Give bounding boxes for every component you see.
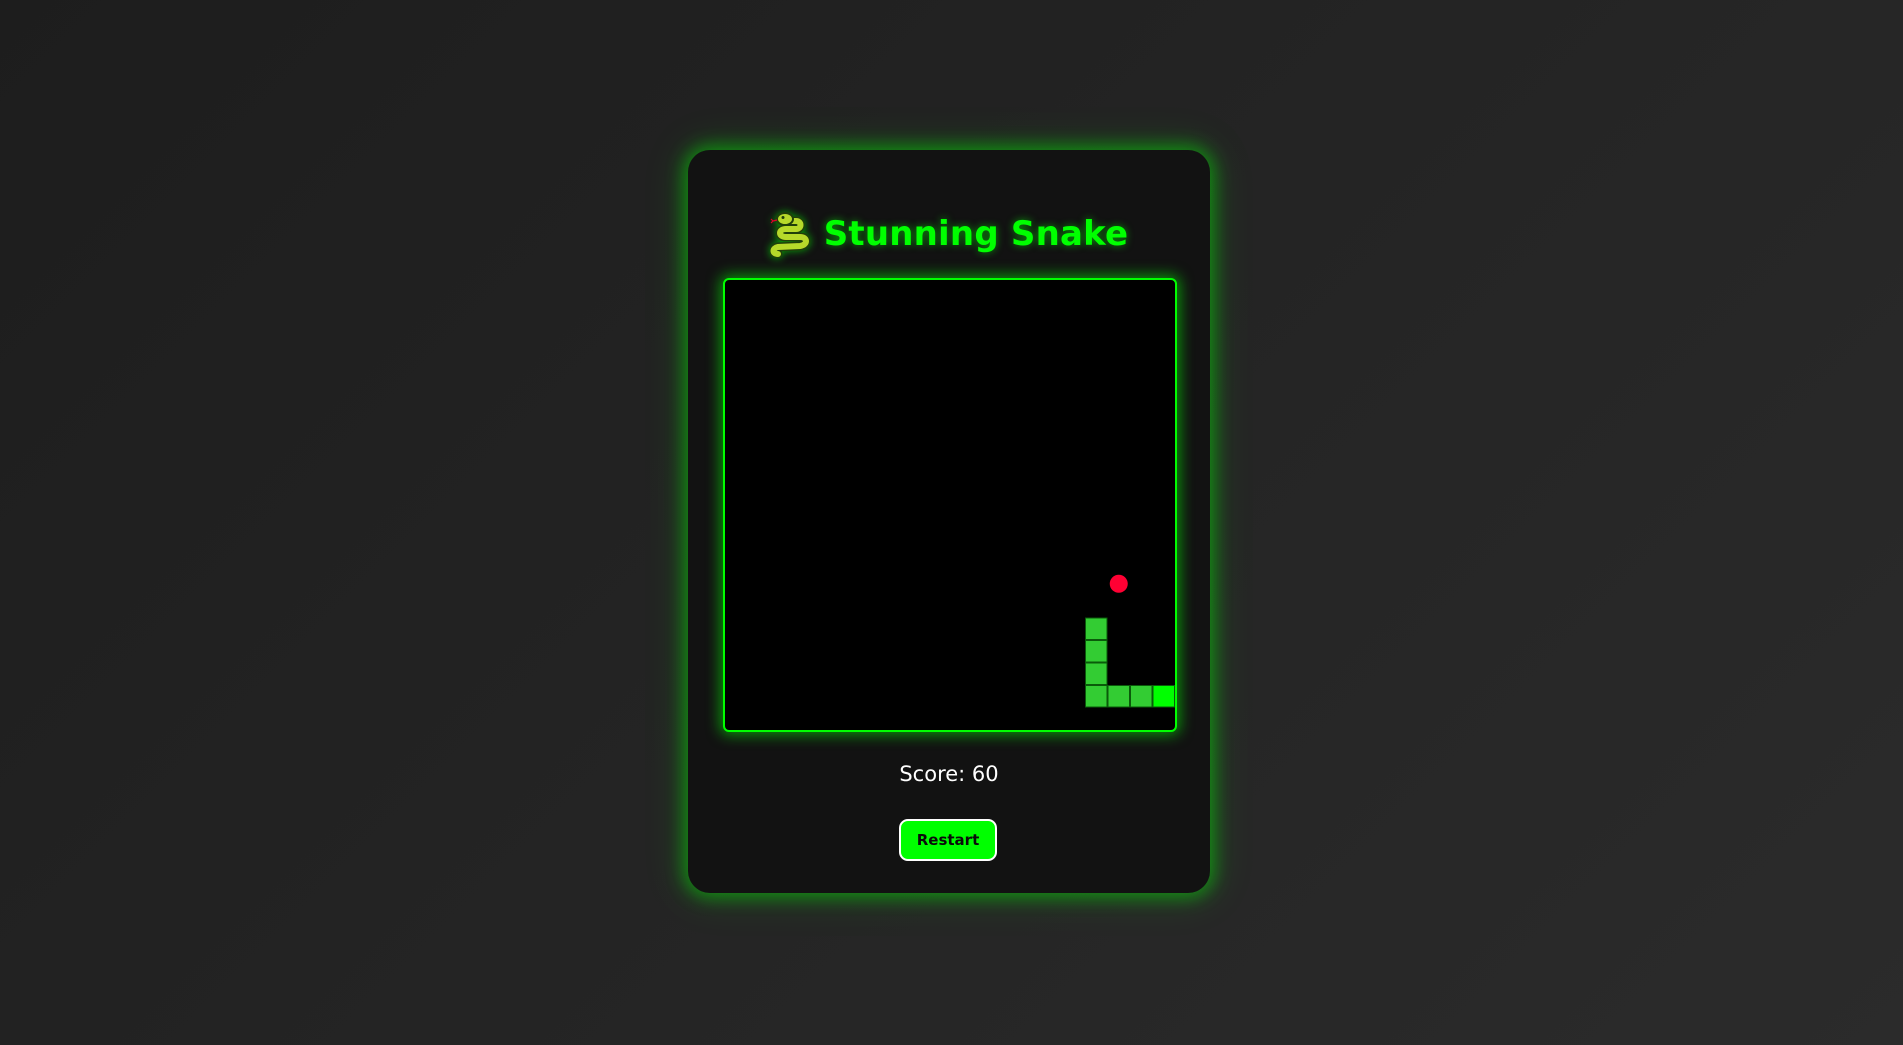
food-apple [1109, 574, 1128, 593]
game-card: Stunning Snake Score: 60 Restart [688, 150, 1210, 893]
score-display: Score: 60 [899, 762, 999, 786]
snake-segment [1085, 640, 1108, 663]
snake-icon [768, 210, 814, 259]
snake-segment [1085, 685, 1108, 708]
game-board-canvas [1085, 574, 1175, 708]
snake-segment [1085, 662, 1108, 685]
title-row: Stunning Snake [688, 208, 1210, 260]
snake-segment [1107, 685, 1130, 708]
page-title: Stunning Snake [823, 214, 1129, 254]
restart-button[interactable]: Restart [899, 819, 997, 861]
snake-segment [1130, 685, 1153, 708]
game-board[interactable] [723, 278, 1177, 732]
snake-segment [1085, 617, 1108, 640]
snake-head [1152, 685, 1175, 708]
